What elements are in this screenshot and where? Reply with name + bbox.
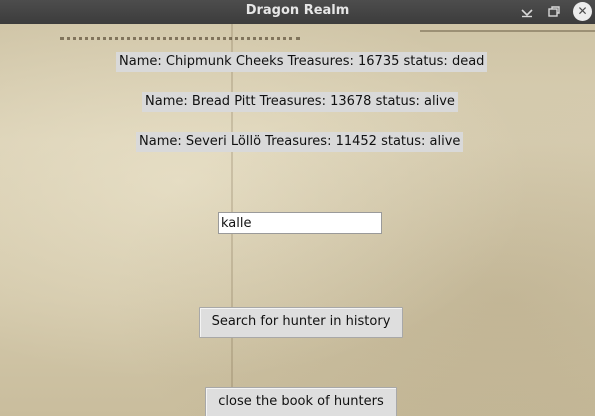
hunter-label-2: Name: Bread Pitt Treasures: 13678 status…: [142, 92, 458, 112]
close-window-icon[interactable]: ✕: [573, 2, 592, 21]
minimize-icon[interactable]: [518, 3, 536, 21]
close-book-button[interactable]: close the book of hunters: [205, 387, 397, 416]
search-hunter-button[interactable]: Search for hunter in history: [199, 307, 403, 338]
hunter-search-input[interactable]: [218, 212, 382, 234]
parchment-scribble: [60, 24, 300, 40]
parchment-scribble: [420, 24, 595, 32]
hunter-label-1: Name: Chipmunk Cheeks Treasures: 16735 s…: [116, 52, 488, 72]
restore-window-icon[interactable]: [545, 3, 563, 21]
hunter-label-3: Name: Severi Löllö Treasures: 11452 stat…: [136, 132, 464, 152]
window-title: Dragon Realm: [245, 3, 350, 18]
title-bar: Dragon Realm ✕: [0, 0, 595, 24]
